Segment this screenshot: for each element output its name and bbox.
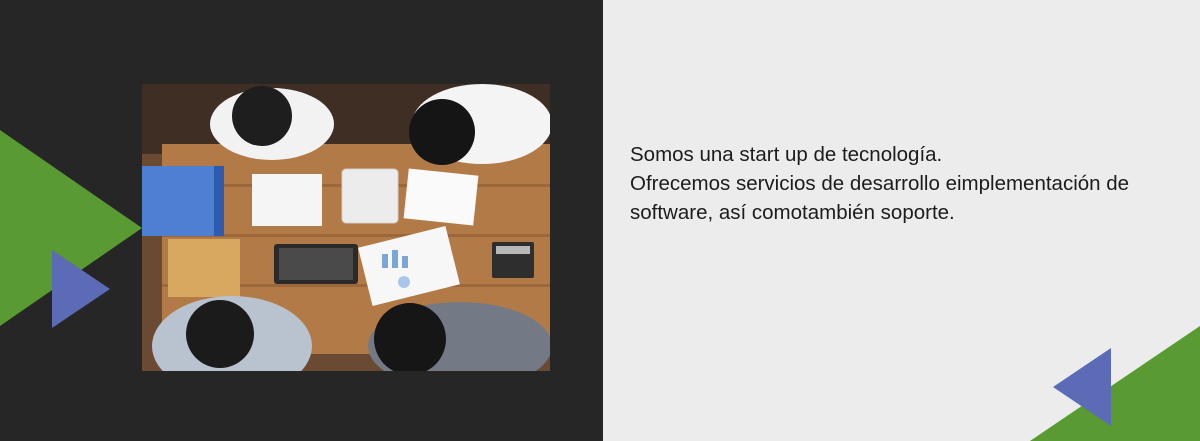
description-line-1: Somos una start up de tecnología. bbox=[630, 143, 943, 166]
company-description: Somos una start up de tecnología. Ofrece… bbox=[630, 140, 1190, 227]
blue-triangle-right bbox=[1053, 348, 1111, 426]
blue-triangle-left bbox=[52, 250, 110, 328]
team-meeting-photo bbox=[142, 84, 550, 371]
description-line-2: Ofrecemos servicios de desarrollo eimple… bbox=[630, 172, 1130, 224]
